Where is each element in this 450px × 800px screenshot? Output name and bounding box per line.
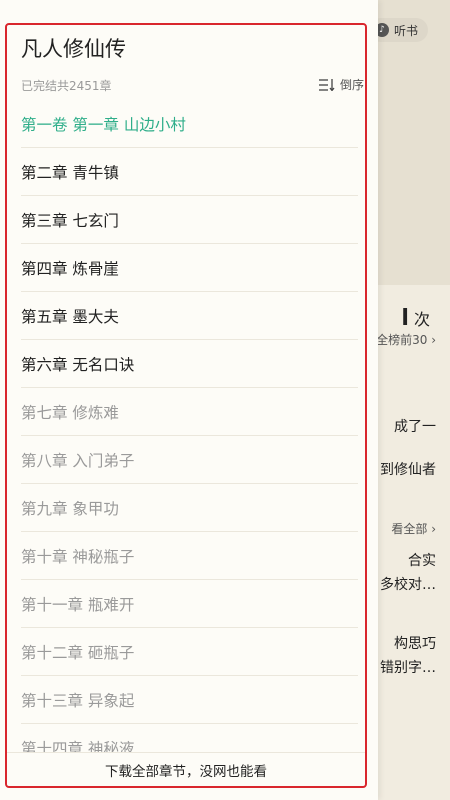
chapter-item[interactable]: 第八章 入门弟子 xyxy=(21,436,358,484)
chapter-label: 第五章 墨大夫 xyxy=(21,307,119,326)
chapter-label: 第二章 青牛镇 xyxy=(21,163,119,182)
intro-snippet: 到修仙者 xyxy=(380,462,436,478)
chapter-drawer: 凡人修仙传 已完结共2451章 倒序 第一卷 第一章 山边小村 第二章 青牛镇 第三… xyxy=(0,0,378,800)
chapter-list: 第一卷 第一章 山边小村 第二章 青牛镇 第三章 七玄门 第四章 炼骨崖 第五章 墨大夫… xyxy=(21,100,358,752)
chapter-list-viewport[interactable]: 第一卷 第一章 山边小村 第二章 青牛镇 第三章 七玄门 第四章 炼骨崖 第五章 墨大夫… xyxy=(0,0,378,752)
chapter-item[interactable]: 第六章 无名口诀 xyxy=(21,340,358,388)
review-snippet: 构思巧 xyxy=(394,636,436,652)
chapter-item[interactable]: 第四章 炼骨崖 xyxy=(21,244,358,292)
listen-label: 听书 xyxy=(393,23,418,38)
chapter-item[interactable]: 第十二章 砸瓶子 xyxy=(21,628,358,676)
chapter-label: 第十二章 砸瓶子 xyxy=(21,643,135,662)
rank-link[interactable]: 全榜前30 › xyxy=(376,331,436,348)
chapter-label: 第四章 炼骨崖 xyxy=(21,259,119,278)
chapter-label: 第十三章 异象起 xyxy=(21,691,135,710)
chapter-item[interactable]: 第三章 七玄门 xyxy=(21,196,358,244)
view-all-link[interactable]: 看全部 › xyxy=(391,520,436,537)
chapter-item[interactable]: 第七章 修炼难 xyxy=(21,388,358,436)
review-snippet: 合实 xyxy=(408,553,436,569)
chapter-item[interactable]: 第五章 墨大夫 xyxy=(21,292,358,340)
chapter-label: 第七章 修炼难 xyxy=(21,403,119,422)
intro-snippet: 成了一 xyxy=(394,419,436,435)
chapter-label: 第九章 象甲功 xyxy=(21,499,119,518)
download-all-button[interactable]: 下载全部章节，没网也能看 xyxy=(7,752,365,787)
review-snippet: 错别字… xyxy=(380,660,436,676)
rank-count: l 次 xyxy=(401,306,430,331)
chapter-item[interactable]: 第二章 青牛镇 xyxy=(21,148,358,196)
chapter-label: 第一卷 第一章 山边小村 xyxy=(21,115,186,134)
chapter-item[interactable]: 第十四章 神秘液 xyxy=(21,724,358,753)
chapter-label: 第十章 神秘瓶子 xyxy=(21,547,135,566)
chapter-label: 第六章 无名口诀 xyxy=(21,355,135,374)
chapter-item[interactable]: 第十三章 异象起 xyxy=(21,676,358,724)
chapter-label: 第十一章 瓶难开 xyxy=(21,595,135,614)
chapter-label: 第八章 入门弟子 xyxy=(21,451,135,470)
chapter-item[interactable]: 第一卷 第一章 山边小村 xyxy=(21,100,358,148)
download-all-label: 下载全部章节，没网也能看 xyxy=(105,764,267,780)
chapter-item[interactable]: 第十一章 瓶难开 xyxy=(21,580,358,628)
chapter-item[interactable]: 第九章 象甲功 xyxy=(21,484,358,532)
review-snippet: 多校对… xyxy=(380,577,436,593)
chapter-label: 第三章 七玄门 xyxy=(21,211,119,230)
chapter-label: 第十四章 神秘液 xyxy=(21,739,135,753)
chapter-item[interactable]: 第十章 神秘瓶子 xyxy=(21,532,358,580)
